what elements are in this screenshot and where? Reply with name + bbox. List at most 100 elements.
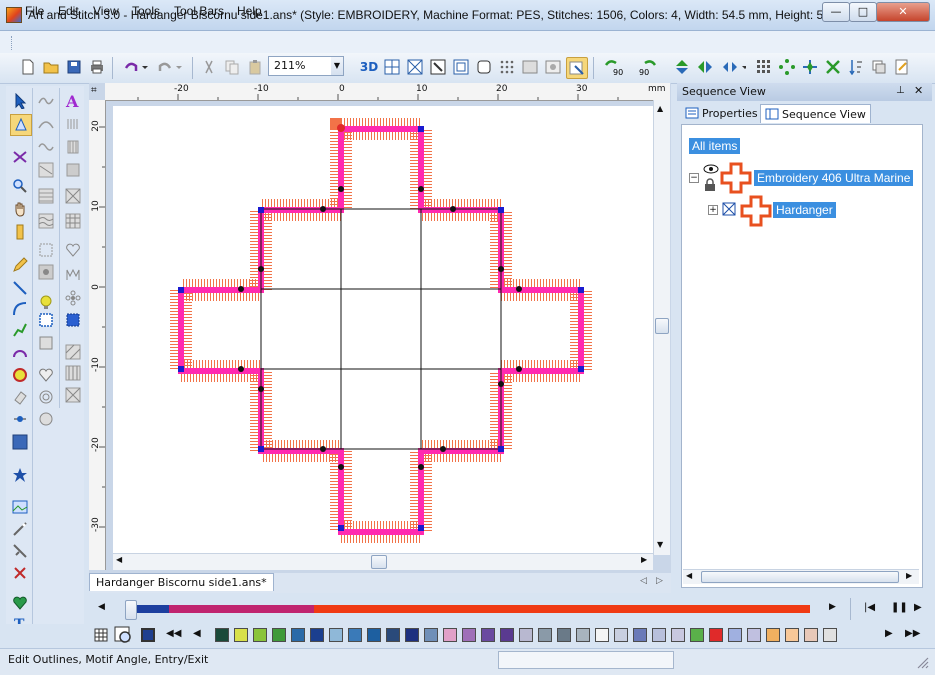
copy-icon[interactable]: [222, 57, 242, 77]
scroll-down-icon[interactable]: ▼: [657, 540, 663, 549]
scroll-left-icon[interactable]: ◀: [116, 555, 122, 564]
save-icon[interactable]: [64, 57, 84, 77]
motif-fill-icon[interactable]: [36, 262, 56, 282]
curve-icon[interactable]: [10, 299, 30, 319]
color-swatch[interactable]: [785, 628, 799, 642]
heart-outline-icon[interactable]: [63, 240, 83, 260]
tab-next-icon[interactable]: ▷: [656, 576, 663, 586]
arc-icon[interactable]: [10, 342, 30, 362]
star-icon[interactable]: [10, 465, 30, 485]
line-icon[interactable]: [10, 278, 30, 298]
expand-icon[interactable]: +: [708, 205, 718, 215]
menu-help[interactable]: Help: [237, 4, 262, 18]
palette-first-icon[interactable]: ◀◀: [166, 628, 181, 639]
panel-hscrollbar[interactable]: ◀ ▶: [683, 569, 919, 584]
rectangle-icon[interactable]: [10, 432, 30, 452]
outline-nodes[interactable]: [178, 126, 584, 531]
document-tab[interactable]: Hardanger Biscornu side1.ans*: [89, 573, 274, 591]
color-swatch[interactable]: [462, 628, 476, 642]
scallop-icon[interactable]: [63, 264, 83, 284]
square-icon[interactable]: [36, 333, 56, 353]
lock-icon[interactable]: [703, 178, 717, 195]
cross-icon[interactable]: [405, 57, 425, 77]
color-swatch[interactable]: [557, 628, 571, 642]
lettering-icon[interactable]: A: [63, 91, 83, 111]
play-icon[interactable]: ▶: [914, 602, 922, 613]
align-icon[interactable]: [823, 57, 843, 77]
palette-prev-icon[interactable]: ◀: [193, 628, 201, 639]
menu-tools[interactable]: Tools: [132, 4, 160, 18]
tatami-icon[interactable]: [63, 160, 83, 180]
pencil-icon[interactable]: [10, 255, 30, 275]
color-swatch[interactable]: [215, 628, 229, 642]
menu-edit[interactable]: Edit: [58, 4, 79, 18]
panel-scroll-left-icon[interactable]: ◀: [686, 571, 692, 580]
zoom-icon[interactable]: [10, 176, 30, 196]
step-back-icon[interactable]: |◀: [864, 602, 875, 613]
palette-grid-icon[interactable]: [94, 628, 108, 645]
tree-item-hardanger[interactable]: Hardanger: [773, 202, 836, 218]
color-swatch[interactable]: [234, 628, 248, 642]
color-swatch[interactable]: [424, 628, 438, 642]
paint-icon[interactable]: [10, 365, 30, 385]
flip-vertical-icon[interactable]: [672, 57, 692, 77]
flower-icon[interactable]: [63, 288, 83, 308]
mesh-icon[interactable]: [63, 363, 83, 383]
palette-next-icon[interactable]: ▶: [885, 628, 893, 639]
zoom-dropdown-icon[interactable]: ▼: [331, 57, 343, 75]
center-icon[interactable]: [800, 57, 820, 77]
vertical-scroll-thumb[interactable]: [655, 318, 669, 334]
tab-properties[interactable]: Properties: [681, 104, 762, 122]
tree-root-all-items[interactable]: All items: [689, 138, 741, 154]
color-swatch[interactable]: [823, 628, 837, 642]
sort-icon[interactable]: [846, 57, 866, 77]
close-button[interactable]: ✕: [876, 2, 930, 22]
color-swatch[interactable]: [633, 628, 647, 642]
scroll-up-icon[interactable]: ▲: [657, 104, 663, 113]
target-icon[interactable]: [36, 387, 56, 407]
bezier-icon[interactable]: [36, 114, 56, 134]
hatch-icon[interactable]: [63, 385, 83, 405]
current-color-swatch[interactable]: [141, 628, 155, 642]
duplicate-icon[interactable]: [869, 57, 889, 77]
menu-file[interactable]: File: [25, 4, 44, 18]
stitch-edit-icon[interactable]: [10, 147, 30, 167]
pin-icon[interactable]: ⊥: [896, 85, 905, 96]
light-bulb-icon[interactable]: [36, 292, 56, 312]
menu-toolbars[interactable]: Tool Bars: [174, 4, 224, 18]
polyline-icon[interactable]: [10, 320, 30, 340]
color-swatch[interactable]: [766, 628, 780, 642]
pan-hand-icon[interactable]: [10, 199, 30, 219]
embroidery-design[interactable]: [113, 106, 653, 553]
color-swatch[interactable]: [652, 628, 666, 642]
eraser-icon[interactable]: [10, 387, 30, 407]
show-stitches-icon[interactable]: [566, 57, 588, 79]
color-swatch[interactable]: [614, 628, 628, 642]
color-swatch[interactable]: [728, 628, 742, 642]
color-swatch[interactable]: [272, 628, 286, 642]
tab-sequence-view[interactable]: Sequence View: [760, 104, 871, 123]
color-swatch[interactable]: [709, 628, 723, 642]
panel-scroll-thumb[interactable]: [701, 571, 899, 583]
array-icon[interactable]: [754, 57, 774, 77]
mirror-icon[interactable]: [718, 57, 748, 77]
edit-outline-icon[interactable]: [10, 114, 32, 136]
tab-prev-icon[interactable]: ◁: [640, 576, 647, 586]
zoom-box-icon[interactable]: [428, 57, 448, 77]
color-swatch[interactable]: [253, 628, 267, 642]
color-swatch[interactable]: [310, 628, 324, 642]
color-swatch[interactable]: [500, 628, 514, 642]
horizontal-scroll-thumb[interactable]: [371, 555, 387, 569]
color-swatch[interactable]: [348, 628, 362, 642]
horizontal-scrollbar[interactable]: ◀ ▶: [113, 553, 653, 570]
image-icon[interactable]: [520, 57, 540, 77]
wave-icon[interactable]: [36, 137, 56, 157]
color-swatch[interactable]: [386, 628, 400, 642]
zigzag-icon[interactable]: [36, 160, 56, 180]
background-icon[interactable]: [543, 57, 563, 77]
circle-array-icon[interactable]: [777, 57, 797, 77]
scroll-right-icon[interactable]: ▶: [641, 555, 647, 564]
rotate-left-icon[interactable]: 90: [602, 57, 628, 77]
color-swatch[interactable]: [329, 628, 343, 642]
vertical-scrollbar[interactable]: ▲ ▼: [653, 100, 670, 555]
